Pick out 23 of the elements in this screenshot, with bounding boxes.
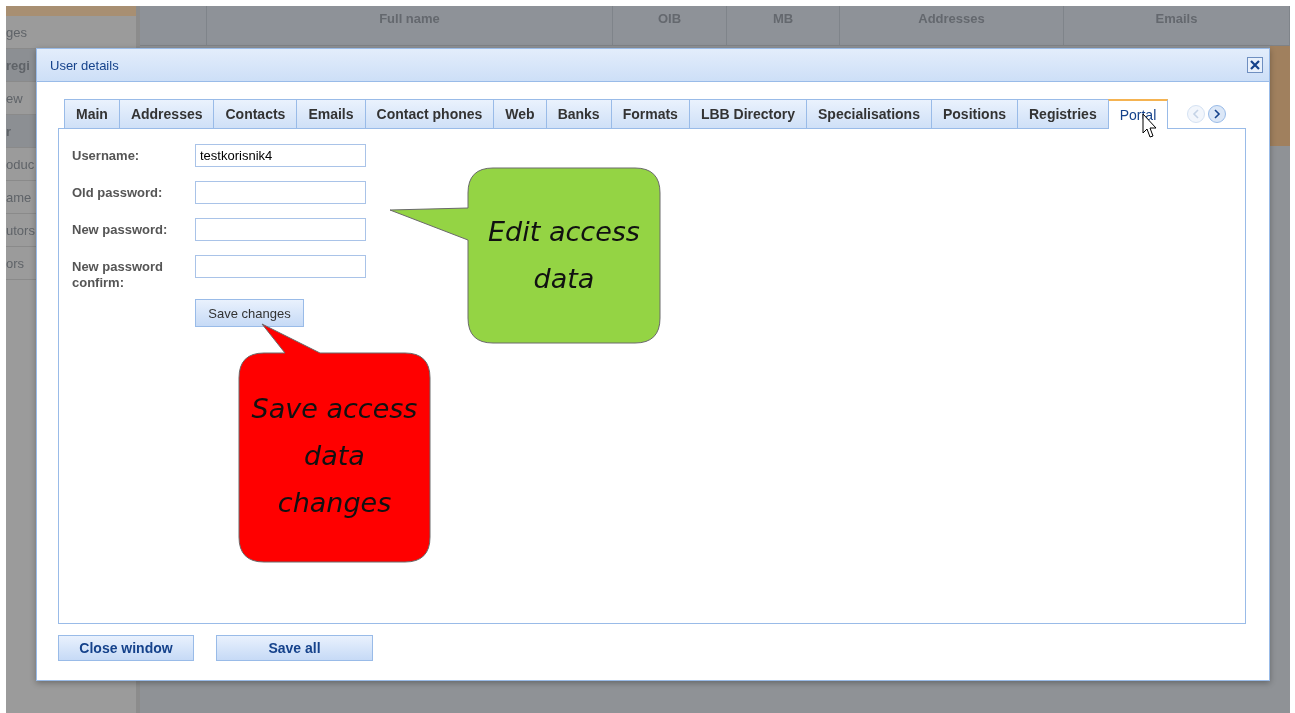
field-label: New password confirm: bbox=[72, 258, 165, 291]
input-field[interactable]: testkorisnik4 bbox=[195, 144, 366, 167]
tab[interactable]: Positions bbox=[930, 99, 1018, 128]
save-changes-button[interactable]: Save changes bbox=[195, 299, 304, 327]
tab[interactable]: Contact phones bbox=[364, 99, 495, 128]
tab[interactable]: Specialisations bbox=[806, 99, 932, 128]
tab[interactable]: Registries bbox=[1017, 99, 1109, 128]
field-label: Username: bbox=[72, 147, 141, 164]
tab[interactable]: Banks bbox=[545, 99, 612, 128]
callout-text: Edit access data bbox=[487, 215, 641, 296]
tab[interactable]: Emails bbox=[296, 99, 366, 128]
dialog-title: User details bbox=[50, 57, 119, 73]
tab[interactable]: Main bbox=[64, 99, 120, 128]
tab[interactable]: Contacts bbox=[213, 99, 298, 128]
close-window-button[interactable]: Close window bbox=[58, 635, 194, 661]
field-label: New password: bbox=[72, 221, 169, 238]
callout-text: Save access data changes bbox=[250, 392, 419, 520]
tab[interactable]: Addresses bbox=[118, 99, 215, 128]
tab[interactable]: Formats bbox=[610, 99, 690, 128]
field-label: Old password: bbox=[72, 184, 164, 201]
tab[interactable]: LBB Directory bbox=[688, 99, 808, 128]
tab[interactable]: Web bbox=[493, 99, 547, 128]
save-all-button[interactable]: Save all bbox=[216, 635, 373, 661]
